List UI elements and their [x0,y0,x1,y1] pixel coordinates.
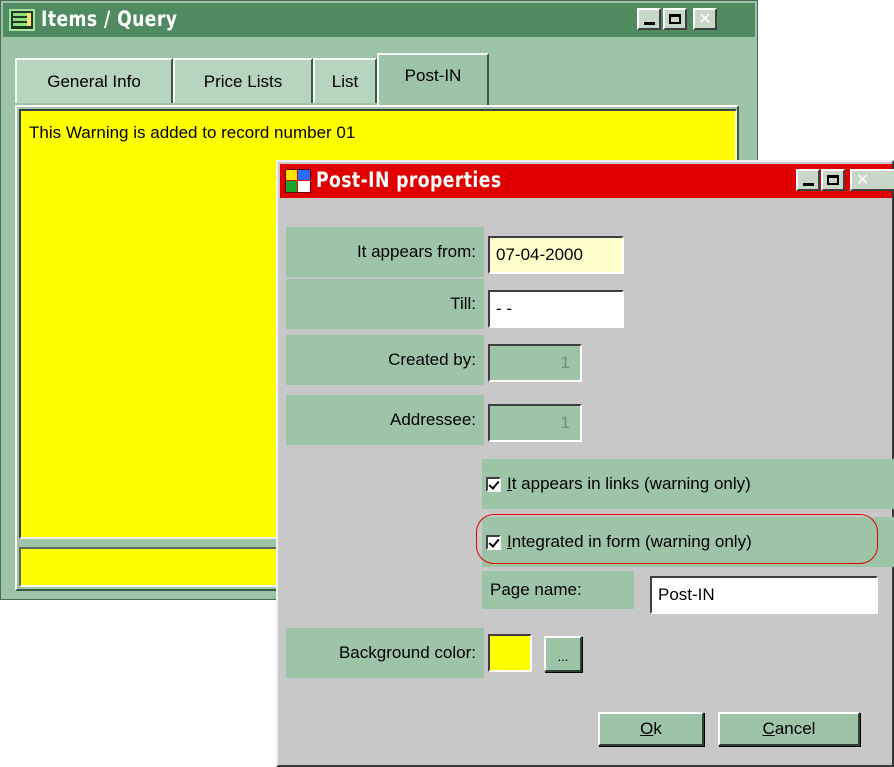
till-date-field[interactable]: - - [488,290,624,328]
created-by-field: 1 [488,344,582,382]
post-in-icon [285,169,311,193]
till-label: Till: [286,279,484,329]
background-color-label: Background color: [286,628,484,678]
app-icon [9,9,35,31]
appears-from-date-field[interactable]: 07-04-2000 [488,236,624,274]
postin-maximize-button[interactable] [821,169,845,191]
tab-list[interactable]: List [313,58,377,103]
integrated-in-form-checkbox[interactable]: Integrated in form (warning only) [482,517,894,567]
cancel-button[interactable]: Cancel [718,712,860,746]
close-button[interactable]: ✕ [693,8,717,30]
postin-title-bar[interactable]: Post-IN properties ✕ [280,164,894,198]
page-name-label: Page name: [482,571,634,609]
checkbox-checked-icon[interactable] [486,534,501,550]
checkbox-checked-icon[interactable] [486,476,501,492]
color-picker-button[interactable]: ... [544,636,582,672]
postin-minimize-button[interactable] [796,169,820,191]
close-icon: ✕ [856,170,870,189]
appears-from-label: It appears from: [286,227,484,277]
addressee-label: Addressee: [286,395,484,445]
close-icon: ✕ [698,9,712,28]
maximize-icon [669,14,681,24]
appears-in-links-checkbox[interactable]: It appears in links (warning only) [482,459,894,509]
created-by-label: Created by: [286,335,484,385]
maximize-icon [827,175,839,185]
postin-close-button[interactable]: ✕ [850,169,894,191]
page-name-field[interactable]: Post-IN [650,576,878,614]
post-in-properties-dialog: Post-IN properties ✕ It appears from: 07… [276,160,894,767]
items-window-title: Items / Query [41,7,178,31]
warning-text: This Warning is added to record number 0… [29,123,356,142]
tab-post-in[interactable]: Post-IN [377,53,489,105]
tab-price-lists[interactable]: Price Lists [173,58,313,103]
addressee-field: 1 [488,404,582,442]
ok-button[interactable]: Ok [598,712,704,746]
tab-general-info[interactable]: General Info [15,58,173,103]
minimize-icon [802,183,814,186]
items-title-bar[interactable]: Items / Query ✕ [3,3,755,37]
background-color-swatch[interactable] [488,634,532,672]
minimize-button[interactable] [637,8,661,30]
minimize-icon [643,22,655,25]
maximize-button[interactable] [663,8,687,30]
postin-dialog-title: Post-IN properties [316,168,502,192]
